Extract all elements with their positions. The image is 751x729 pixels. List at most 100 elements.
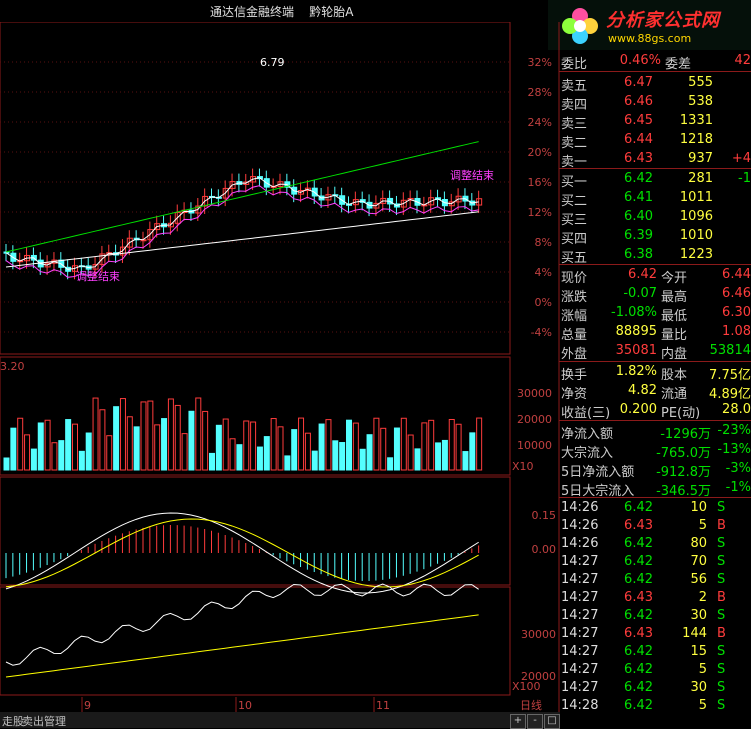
- stat-row-cell: 6.44: [722, 267, 751, 282]
- bid-row: 买四 6.39 1010: [559, 227, 751, 247]
- tick-row: 14:27 6.42 56 S: [559, 571, 751, 589]
- tick-row-cell: S: [717, 536, 726, 551]
- logo-text: 分析家公式网: [606, 10, 720, 31]
- bid-row-cell: 买三: [561, 213, 588, 228]
- price-tick-label: 4%: [535, 266, 552, 279]
- tick-row-cell: 70: [690, 554, 707, 569]
- volume-bar: [311, 450, 318, 471]
- stat-row-cell: 6.30: [722, 305, 751, 320]
- tick-row-cell: 56: [690, 572, 707, 587]
- ask-row: 卖二 6.44 1218: [559, 131, 751, 151]
- bid-row-cell: 6.41: [624, 190, 653, 205]
- volume-bar: [435, 442, 442, 471]
- stat-row-cell: 涨跌: [561, 290, 588, 305]
- order-ratio-row-cell: 42: [734, 53, 751, 68]
- divider: [559, 361, 751, 362]
- kline-chart[interactable]: 32%28%24%20%16%12%8%4%0%-4%3000020000100…: [0, 22, 560, 712]
- volume-bar: [441, 439, 448, 471]
- volume-bar: [174, 404, 181, 471]
- volume-bar: [428, 419, 435, 471]
- tab-sell-manage[interactable]: 卖出管理: [22, 713, 66, 729]
- tick-row-cell: 80: [690, 536, 707, 551]
- volume-bar: [243, 420, 250, 471]
- tick-row-cell: S: [717, 500, 726, 515]
- tick-row: 14:27 6.42 70 S: [559, 553, 751, 571]
- ask-row-cell: 卖五: [561, 79, 588, 94]
- stat-row-cell: 88895: [615, 324, 657, 339]
- info-row-cell: 股本: [661, 368, 688, 383]
- tick-row-cell: 6.42: [624, 644, 653, 659]
- tick-row: 14:26 6.42 10 S: [559, 499, 751, 517]
- volume-bar: [119, 398, 126, 471]
- volume-bar: [476, 417, 483, 471]
- price-tick-label: 32%: [528, 56, 552, 69]
- ask-row: 卖四 6.46 538: [559, 93, 751, 113]
- ask-row-cell: 1218: [679, 132, 713, 147]
- bottom-toolbar: 走股 卖出管理: [0, 712, 560, 728]
- ask-row-cell: 1331: [679, 113, 713, 128]
- ask-row-cell: 卖四: [561, 98, 588, 113]
- tick-row-cell: B: [717, 590, 726, 605]
- tick-row-cell: 2: [698, 590, 707, 605]
- macd-dea-line: [5, 518, 479, 588]
- info-row: 换手 1.82% 股本 7.75亿: [559, 363, 751, 383]
- indicator-unit: X100: [512, 680, 541, 693]
- tick-row-cell: 6.42: [624, 572, 653, 587]
- flow-row-cell: -23%: [717, 423, 751, 438]
- stat-row-cell: 外盘: [561, 347, 588, 362]
- tick-row-cell: 14:27: [561, 626, 599, 641]
- tick-row-cell: S: [717, 662, 726, 677]
- volume-bar: [17, 417, 24, 471]
- price-tick-label: 0%: [535, 296, 552, 309]
- bid-row-cell: 1010: [679, 228, 713, 243]
- tick-row-cell: 30: [690, 608, 707, 623]
- tick-row-cell: 6.42: [624, 608, 653, 623]
- tick-row-cell: 5: [698, 698, 707, 713]
- volume-bar: [188, 410, 195, 471]
- bid-row-cell: 6.39: [624, 228, 653, 243]
- volume-bar: [421, 422, 428, 471]
- stat-row: 外盘 35081 内盘 53814: [559, 342, 751, 362]
- stat-row: 总量 88895 量比 1.08: [559, 323, 751, 343]
- tab-stock[interactable]: 走股: [2, 713, 24, 729]
- volume-bar: [58, 440, 65, 471]
- volume-bar: [147, 400, 154, 471]
- tick-row-cell: 14:27: [561, 662, 599, 677]
- stat-row: 涨幅 -1.08% 最低 6.30: [559, 304, 751, 324]
- info-row-cell: 1.82%: [615, 364, 657, 379]
- volume-bar: [346, 419, 352, 471]
- ask-row-cell: 6.44: [624, 132, 653, 147]
- volume-bar: [222, 418, 229, 471]
- volume-bar: [352, 422, 359, 471]
- divider: [559, 168, 751, 169]
- volume-bar: [126, 416, 133, 471]
- indicator-panel: [0, 586, 511, 696]
- stat-row-cell: -1.08%: [611, 305, 657, 320]
- info-row-cell: 4.89亿: [709, 387, 751, 402]
- tick-row-cell: 6.42: [624, 554, 653, 569]
- tick-row-cell: 6.42: [624, 698, 653, 713]
- fullscreen-button[interactable]: □: [544, 714, 560, 729]
- price-tick-label: 8%: [535, 236, 552, 249]
- info-row-cell: 流通: [661, 387, 688, 402]
- date-label: 11: [376, 699, 390, 712]
- ma60-line: [5, 211, 479, 268]
- stat-row-cell: -0.07: [623, 286, 657, 301]
- bid-row-cell: 1096: [679, 209, 713, 224]
- macd-tick-label: 0.15: [532, 509, 557, 522]
- volume-bar: [65, 419, 72, 471]
- stat-row: 现价 6.42 今开 6.44: [559, 266, 751, 286]
- zoom-in-button[interactable]: +: [510, 714, 526, 729]
- volume-bar: [332, 440, 339, 471]
- date-label: 9: [84, 699, 91, 712]
- volume-bar: [414, 448, 421, 471]
- tick-row-cell: 6.42: [624, 680, 653, 695]
- volume-bar: [256, 446, 263, 471]
- volume-bar: [325, 419, 332, 471]
- volume-bar: [209, 452, 215, 471]
- zoom-out-button[interactable]: -: [527, 714, 543, 729]
- tick-row-cell: S: [717, 608, 726, 623]
- volume-bar: [318, 423, 325, 471]
- volume-bar: [462, 451, 469, 471]
- volume-bar: [393, 427, 400, 471]
